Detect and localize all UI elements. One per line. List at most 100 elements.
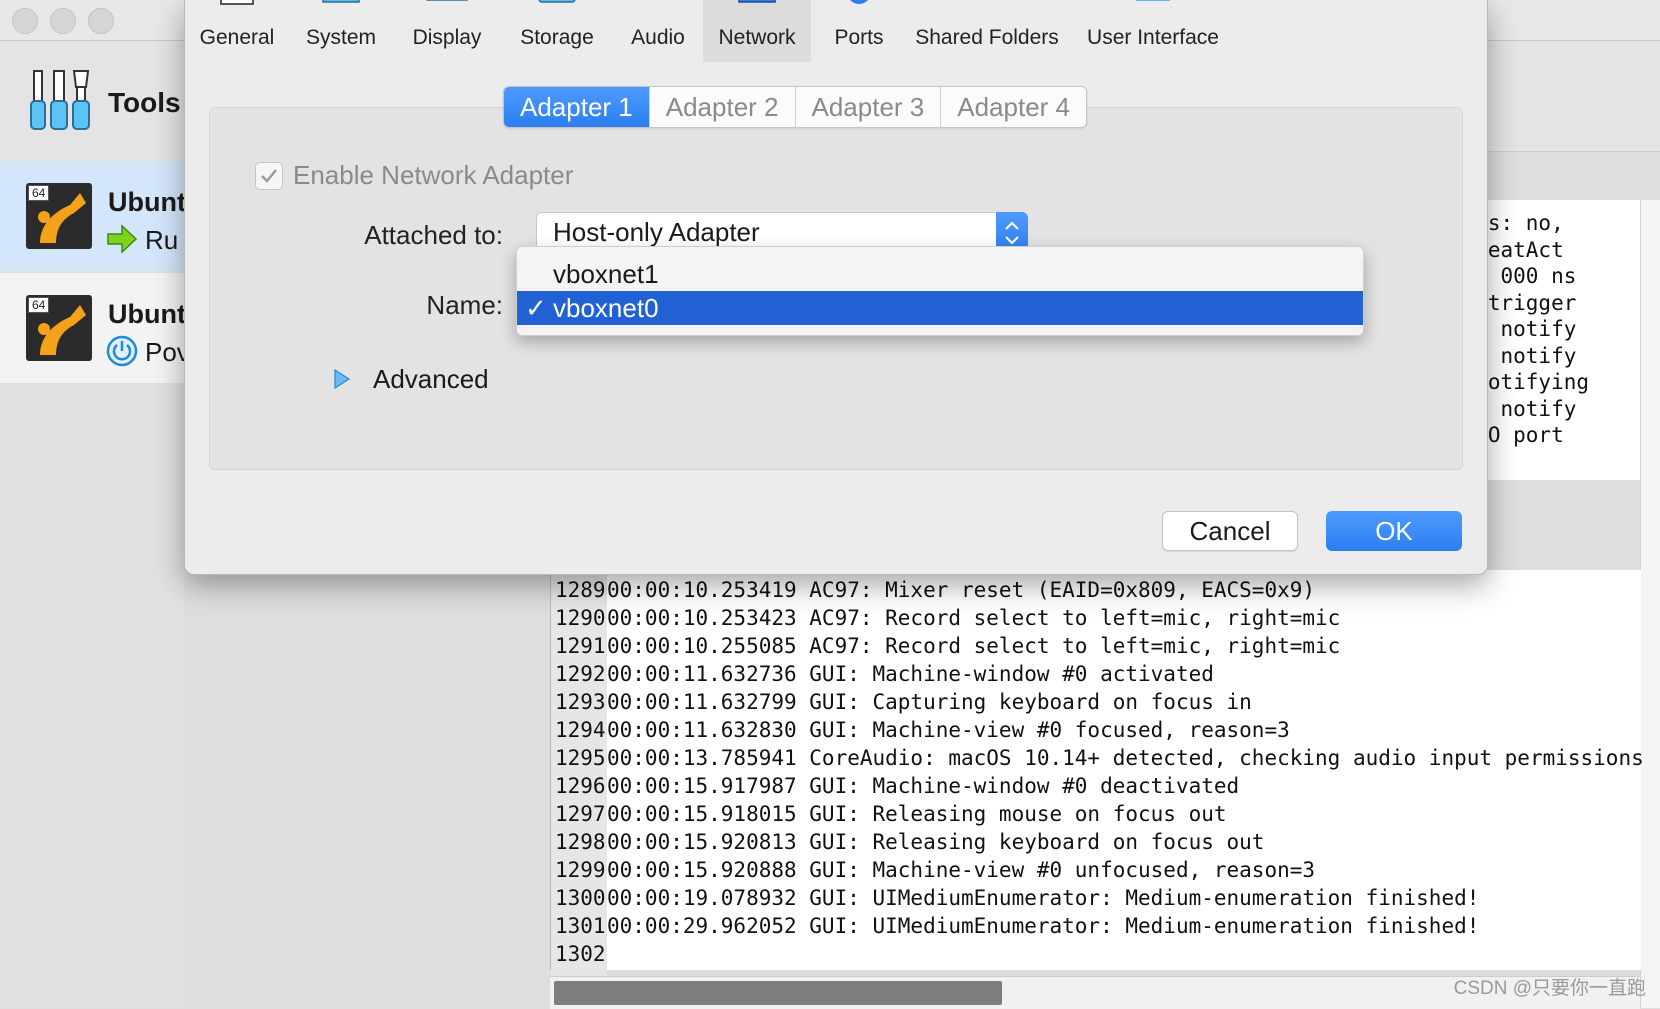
vm-name: Ubunt xyxy=(108,187,186,217)
vertical-scrollbar[interactable] xyxy=(1640,200,1660,1008)
user-interface-icon xyxy=(1136,0,1170,1)
vm-name: Ubunt xyxy=(108,299,186,329)
ok-button[interactable]: OK xyxy=(1326,511,1462,551)
log-line-text: 00:00:19.078932 GUI: UIMediumEnumerator:… xyxy=(607,886,1480,910)
category-shared-folders[interactable]: Shared Folders xyxy=(907,0,1067,62)
log-line-text: 00:00:15.918015 GUI: Releasing mouse on … xyxy=(607,802,1227,826)
general-icon xyxy=(220,0,254,5)
selected-check-icon: ✓ xyxy=(525,293,547,323)
log-line: 129200:00:11.632736 GUI: Machine-window … xyxy=(555,662,1214,686)
log-line: 129500:00:13.785941 CoreAudio: macOS 10.… xyxy=(555,746,1644,770)
running-arrow-icon xyxy=(107,224,138,254)
log-line-number: 1302 xyxy=(555,942,606,966)
category-display[interactable]: Display xyxy=(393,0,501,62)
log-line-text: 00:00:15.920888 GUI: Machine-view #0 unf… xyxy=(607,858,1316,882)
storage-icon xyxy=(538,0,576,3)
log-line: 129300:00:11.632799 GUI: Capturing keybo… xyxy=(555,690,1252,714)
category-system[interactable]: System xyxy=(289,0,393,62)
log-line-number: 1296 xyxy=(555,774,606,798)
category-network[interactable]: Network xyxy=(703,0,811,62)
log-line-text: 00:00:15.920813 GUI: Releasing keyboard … xyxy=(607,830,1265,854)
minimize-window-button[interactable] xyxy=(50,8,76,34)
tools-icon xyxy=(30,70,90,130)
log-line-text: 00:00:11.632799 GUI: Capturing keyboard … xyxy=(607,690,1252,714)
tab-adapter-2[interactable]: Adapter 2 xyxy=(649,87,796,127)
log-line-text: 00:00:15.917987 GUI: Machine-window #0 d… xyxy=(607,774,1240,798)
name-label: Name: xyxy=(426,290,503,320)
log-line-number: 1301 xyxy=(555,914,606,938)
attached-to-value: Host-only Adapter xyxy=(553,217,760,247)
advanced-label: Advanced xyxy=(373,364,489,394)
tab-adapter-3[interactable]: Adapter 3 xyxy=(795,87,942,127)
log-line-number: 1294 xyxy=(555,718,606,742)
disclosure-triangle-icon xyxy=(334,368,351,390)
enable-adapter-checkbox[interactable] xyxy=(255,162,283,190)
log-line-number: 1290 xyxy=(555,606,606,630)
vm-arch-badge: 64 xyxy=(28,185,50,201)
display-icon xyxy=(426,0,468,1)
log-line: 129900:00:15.920888 GUI: Machine-view #0… xyxy=(555,858,1315,882)
cancel-button[interactable]: Cancel xyxy=(1162,511,1298,551)
log-line-text: 00:00:29.962052 GUI: UIMediumEnumerator:… xyxy=(607,914,1480,938)
log-line-number: 1300 xyxy=(555,886,606,910)
log-line-number: 1291 xyxy=(555,634,606,658)
checkmark-icon xyxy=(261,169,277,183)
log-line-number: 1297 xyxy=(555,802,606,826)
log-line-text: 00:00:10.253423 AC97: Record select to l… xyxy=(607,606,1341,630)
name-dropdown-menu: vboxnet1 ✓ vboxnet0 xyxy=(516,246,1364,336)
vm-list-item[interactable]: 64 Ubunt Pov xyxy=(0,273,190,383)
log-line-number: 1293 xyxy=(555,690,606,714)
log-line-text: 00:00:13.785941 CoreAudio: macOS 10.14+ … xyxy=(607,746,1644,770)
tab-adapter-1[interactable]: Adapter 1 xyxy=(504,87,650,127)
close-window-button[interactable] xyxy=(12,8,38,34)
category-ports[interactable]: Ports xyxy=(811,0,907,62)
vm-list-item[interactable]: 64 Ubunt Ru xyxy=(0,161,186,271)
up-down-chevron-icon xyxy=(1005,221,1019,245)
category-user-interface[interactable]: User Interface xyxy=(1067,0,1239,62)
system-icon xyxy=(322,0,360,3)
log-line: 130100:00:29.962052 GUI: UIMediumEnumera… xyxy=(555,914,1479,938)
category-audio[interactable]: Audio xyxy=(613,0,703,62)
vm-sidebar: Tools 64 Ubunt Ru 64 Ubunt Pov xyxy=(0,41,190,1008)
category-storage[interactable]: Storage xyxy=(501,0,613,62)
ubuntu-vm-icon: 64 xyxy=(26,183,92,249)
log-line-text: 00:00:11.632830 GUI: Machine-view #0 foc… xyxy=(607,718,1290,742)
watermark: CSDN @只要你一直跑 xyxy=(1453,978,1646,999)
log-line: 128900:00:10.253419 AC97: Mixer reset (E… xyxy=(555,578,1315,602)
ubuntu-vm-icon: 64 xyxy=(26,295,92,361)
horizontal-scrollbar-thumb[interactable] xyxy=(554,981,1002,1005)
tools-label: Tools xyxy=(108,87,181,118)
network-icon xyxy=(738,0,776,3)
log-line: 130000:00:19.078932 GUI: UIMediumEnumera… xyxy=(555,886,1479,910)
log-line-number: 1299 xyxy=(555,858,606,882)
tab-adapter-4[interactable]: Adapter 4 xyxy=(941,87,1086,127)
log-line-text: 00:00:11.632736 GUI: Machine-window #0 a… xyxy=(607,662,1214,686)
log-line: 129700:00:15.918015 GUI: Releasing mouse… xyxy=(555,802,1227,826)
log-line-text: 00:00:10.255085 AC97: Record select to l… xyxy=(607,634,1341,658)
settings-category-bar: General System Display Storage Audio Net… xyxy=(185,0,1487,62)
menu-item-vboxnet1[interactable]: vboxnet1 xyxy=(517,257,1363,291)
menu-item-vboxnet0[interactable]: ✓ vboxnet0 xyxy=(517,291,1363,325)
log-viewer: 128900:00:10.253419 AC97: Mixer reset (E… xyxy=(550,570,1644,980)
log-line: 129600:00:15.917987 GUI: Machine-window … xyxy=(555,774,1239,798)
zoom-window-button[interactable] xyxy=(88,8,114,34)
log-line: 129100:00:10.255085 AC97: Record select … xyxy=(555,634,1340,658)
vm-state: Ru xyxy=(145,225,179,255)
log-line-number: 1292 xyxy=(555,662,606,686)
audio-icon xyxy=(630,0,686,12)
log-line-text: 00:00:10.253419 AC97: Mixer reset (EAID=… xyxy=(607,578,1316,602)
log-line-number: 1295 xyxy=(555,746,606,770)
category-general[interactable]: General xyxy=(185,0,289,62)
enable-adapter-label: Enable Network Adapter xyxy=(293,160,574,190)
log-line: 129800:00:15.920813 GUI: Releasing keybo… xyxy=(555,830,1264,854)
sidebar-item-tools[interactable]: Tools xyxy=(0,41,184,162)
log-line: 129000:00:10.253423 AC97: Record select … xyxy=(555,606,1340,630)
shared-folders-icon xyxy=(959,0,1015,12)
attached-to-label: Attached to: xyxy=(364,220,503,250)
power-off-icon xyxy=(106,335,138,367)
log-line: 1302 xyxy=(555,942,607,966)
adapter-tabs: Adapter 1 Adapter 2 Adapter 3 Adapter 4 xyxy=(503,86,1087,128)
log-line-number: 1298 xyxy=(555,830,606,854)
ports-icon xyxy=(850,0,868,4)
log-line: 129400:00:11.632830 GUI: Machine-view #0… xyxy=(555,718,1290,742)
